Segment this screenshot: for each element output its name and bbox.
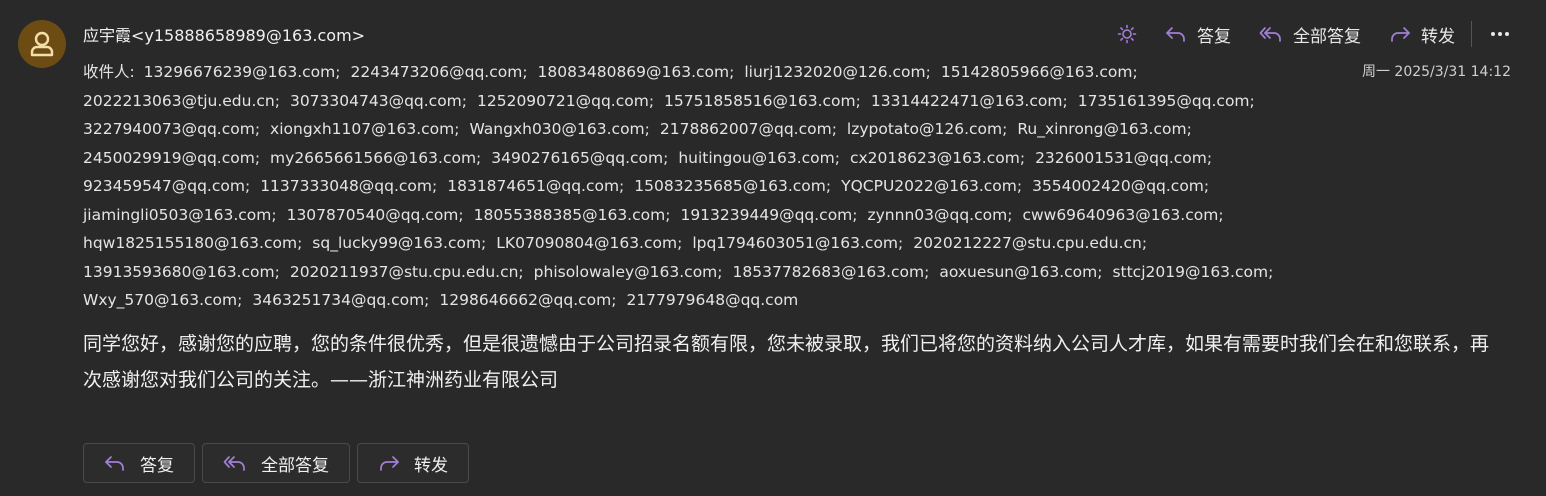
recipient-address[interactable]: xiongxh1107@163.com; — [270, 120, 459, 138]
recipient-address[interactable]: 3073304743@qq.com; — [290, 92, 467, 110]
email-body: 同学您好，感谢您的应聘，您的条件很优秀，但是很遗憾由于公司招录名额有限，您未被录… — [83, 333, 1490, 391]
recipient-address[interactable]: Wangxh030@163.com; — [469, 120, 649, 138]
forward-icon — [380, 456, 399, 471]
recipient-address[interactable]: lzypotato@126.com; — [847, 120, 1007, 138]
recipient-address[interactable]: 3554002420@qq.com; — [1032, 177, 1209, 195]
bottom-reply-button[interactable]: 答复 — [83, 443, 195, 483]
recipient-address[interactable]: 15142805966@163.com; — [941, 63, 1138, 81]
recipient-address[interactable]: huitingou@163.com; — [678, 149, 840, 167]
recipient-address[interactable]: cx2018623@163.com; — [850, 149, 1025, 167]
recipient-address[interactable]: 1831874651@qq.com; — [447, 177, 624, 195]
recipient-address[interactable]: YQCPU2022@163.com; — [841, 177, 1022, 195]
bottom-reply-all-label: 全部答复 — [261, 455, 329, 476]
recipient-address[interactable]: zynnn03@qq.com; — [868, 206, 1013, 224]
recipient-address[interactable]: 15751858516@163.com; — [664, 92, 861, 110]
bottom-reply-label: 答复 — [140, 455, 174, 476]
recipient-address[interactable]: Ru_xinrong@163.com; — [1017, 120, 1191, 138]
person-icon — [30, 31, 54, 57]
forward-icon — [1391, 27, 1410, 42]
recipient-address[interactable]: 1913239449@qq.com; — [680, 206, 857, 224]
recipient-address[interactable]: phisolowaley@163.com; — [534, 263, 723, 281]
recipient-address[interactable]: lpq1794603051@163.com; — [692, 234, 903, 252]
reply-all-icon — [1259, 27, 1281, 42]
recipient-address[interactable]: 13913593680@163.com; — [83, 263, 280, 281]
reply-icon — [105, 456, 124, 471]
recipients-list: 收件人: 13296676239@163.com; 2243473206@qq.c… — [83, 58, 1333, 315]
recipient-address[interactable]: 13296676239@163.com; — [144, 63, 341, 81]
forward-button[interactable]: 转发 — [1375, 18, 1469, 50]
recipient-address[interactable]: 2178862007@qq.com; — [660, 120, 837, 138]
recipient-address[interactable]: 2177979648@qq.com — [626, 291, 798, 309]
recipient-address[interactable]: 2450029919@qq.com; — [83, 149, 260, 167]
recipient-address[interactable]: 923459547@qq.com; — [83, 177, 250, 195]
recipient-address[interactable]: 18083480869@163.com; — [538, 63, 735, 81]
recipient-address[interactable]: jiamingli0503@163.com; — [83, 206, 277, 224]
recipient-address[interactable]: 18537782683@163.com; — [733, 263, 930, 281]
theme-toggle-button[interactable] — [1103, 18, 1151, 50]
message-actions-toolbar: 答复 全部答复 转发 — [1103, 18, 1518, 50]
recipient-address[interactable]: 2022213063@tju.edu.cn; — [83, 92, 280, 110]
recipient-address[interactable]: hqw1825155180@163.com; — [83, 234, 302, 252]
recipient-address[interactable]: Wxy_570@163.com; — [83, 291, 242, 309]
reply-button[interactable]: 答复 — [1151, 18, 1245, 50]
more-icon — [1491, 32, 1509, 36]
recipient-address[interactable]: 18055388385@163.com; — [474, 206, 671, 224]
recipient-address[interactable]: 3463251734@qq.com; — [252, 291, 429, 309]
recipient-address[interactable]: 2326001531@qq.com; — [1035, 149, 1212, 167]
recipient-address[interactable]: 3227940073@qq.com; — [83, 120, 260, 138]
reply-all-icon — [223, 456, 245, 471]
bottom-forward-button[interactable]: 转发 — [357, 443, 469, 483]
recipient-address[interactable]: LK07090804@163.com; — [496, 234, 682, 252]
recipient-address[interactable]: 2243473206@qq.com; — [351, 63, 528, 81]
recipient-address[interactable]: 1137333048@qq.com; — [260, 177, 437, 195]
bottom-forward-label: 转发 — [414, 455, 448, 476]
reply-all-button[interactable]: 全部答复 — [1245, 18, 1375, 50]
sender-avatar[interactable] — [18, 20, 66, 68]
recipient-address[interactable]: sttcj2019@163.com; — [1112, 263, 1273, 281]
recipient-address[interactable]: sq_lucky99@163.com; — [312, 234, 486, 252]
recipient-address[interactable]: 2020211937@stu.cpu.edu.cn; — [290, 263, 524, 281]
toolbar-divider — [1471, 21, 1472, 47]
recipient-address[interactable]: 1252090721@qq.com; — [477, 92, 654, 110]
recipient-address[interactable]: 1735161395@qq.com; — [1078, 92, 1255, 110]
recipient-address[interactable]: 1307870540@qq.com; — [287, 206, 464, 224]
sun-icon — [1117, 24, 1137, 44]
recipient-address[interactable]: aoxuesun@163.com; — [939, 263, 1102, 281]
recipient-address[interactable]: 1298646662@qq.com; — [439, 291, 616, 309]
recipient-address[interactable]: liurj1232020@126.com; — [744, 63, 930, 81]
recipient-address[interactable]: 2020212227@stu.cpu.edu.cn; — [913, 234, 1147, 252]
more-actions-button[interactable] — [1482, 18, 1518, 50]
bottom-action-bar: 答复 全部答复 转发 — [83, 443, 469, 483]
received-datetime: 周一 2025/3/31 14:12 — [1361, 64, 1511, 80]
recipient-address[interactable]: 15083235685@163.com; — [634, 177, 831, 195]
recipient-address[interactable]: my2665661566@163.com; — [270, 149, 481, 167]
bottom-reply-all-button[interactable]: 全部答复 — [202, 443, 350, 483]
recipient-address[interactable]: 13314422471@163.com; — [871, 92, 1068, 110]
forward-label: 转发 — [1421, 26, 1455, 47]
reply-all-label: 全部答复 — [1293, 26, 1361, 47]
recipient-address[interactable]: 3490276165@qq.com; — [491, 149, 668, 167]
reply-label: 答复 — [1197, 26, 1231, 47]
recipient-address[interactable]: cww69640963@163.com; — [1022, 206, 1223, 224]
reply-icon — [1166, 27, 1185, 42]
sender-name[interactable]: 应宇霞<y15888658989@163.com> — [83, 22, 365, 46]
recipients-label: 收件人: — [83, 63, 135, 81]
